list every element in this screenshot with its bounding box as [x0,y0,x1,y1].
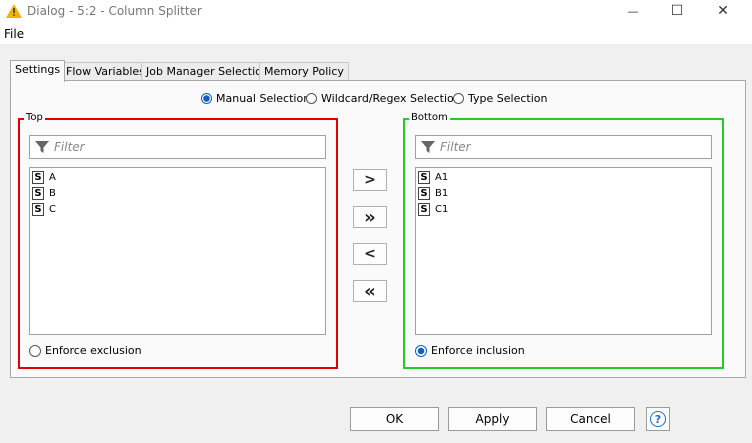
wildcard-regex-selection-radio[interactable] [306,93,317,104]
apply-button[interactable]: Apply [448,407,537,431]
add-all-button[interactable]: » [353,206,387,228]
remove-all-button[interactable]: « [353,280,387,302]
maximize-icon: ☐ [670,3,684,19]
list-item[interactable]: S C1 [416,201,711,217]
help-icon: ? [650,411,666,427]
type-selection-option[interactable]: Type Selection [453,92,547,105]
type-selection-radio[interactable] [453,93,464,104]
help-button[interactable]: ? [646,407,670,431]
enforce-inclusion-option[interactable]: Enforce inclusion [415,344,525,357]
list-item[interactable]: SA [30,169,325,185]
double-chevron-right-icon: » [364,206,376,228]
double-chevron-left-icon: « [364,280,376,302]
list-item[interactable]: SC [30,201,325,217]
enforce-inclusion-radio[interactable] [415,344,427,357]
string-type-icon: S [32,170,44,184]
string-type-icon: S [32,202,44,216]
enforce-exclusion-radio[interactable] [29,344,41,357]
maximize-button[interactable]: ☐ [654,0,700,22]
remove-button[interactable]: < [353,243,387,265]
wildcard-regex-selection-label: Wildcard/Regex Selection [321,92,461,105]
top-column-list[interactable]: SA SB SC [29,167,326,335]
chevron-left-icon: < [364,246,376,262]
list-item[interactable]: S A1 [416,169,711,185]
top-filter-input[interactable]: Filter [29,135,326,159]
menu-bar [0,22,752,44]
string-type-icon: S [418,186,430,200]
manual-selection-label: Manual Selection [216,92,311,105]
ok-button[interactable]: OK [350,407,439,431]
tab-memory-policy[interactable]: Memory Policy [259,62,349,81]
minimize-button[interactable]: — [610,0,656,22]
window-title: Dialog - 5:2 - Column Splitter [27,4,202,18]
filter-icon [421,141,435,153]
string-type-icon: S [418,202,430,216]
bottom-group-title: Bottom [409,112,450,123]
close-icon: ✕ [717,3,729,19]
bottom-column-list[interactable]: S A1 S B1 S C1 [415,167,712,335]
string-type-icon: S [418,170,430,184]
tab-settings[interactable]: Settings [10,60,66,82]
string-type-icon: S [32,186,44,200]
chevron-right-icon: > [364,172,376,188]
bottom-filter-input[interactable]: Filter [415,135,712,159]
filter-icon [35,141,49,153]
minimize-icon: — [627,4,639,18]
close-button[interactable]: ✕ [700,0,746,22]
warning-triangle-icon [6,4,22,18]
enforce-inclusion-label: Enforce inclusion [431,344,525,357]
list-item[interactable]: SB [30,185,325,201]
tab-flow-variables[interactable]: Flow Variables [61,62,150,81]
enforce-exclusion-label: Enforce exclusion [45,344,142,357]
bottom-filter-placeholder: Filter [440,140,471,154]
wildcard-regex-selection-option[interactable]: Wildcard/Regex Selection [306,92,461,105]
list-item[interactable]: S B1 [416,185,711,201]
top-group-title: Top [24,112,45,123]
cancel-button[interactable]: Cancel [546,407,635,431]
type-selection-label: Type Selection [468,92,548,105]
manual-selection-option[interactable]: Manual Selection [201,92,310,105]
manual-selection-radio[interactable] [201,93,212,104]
top-filter-placeholder: Filter [54,140,85,154]
enforce-exclusion-option[interactable]: Enforce exclusion [29,344,142,357]
tab-job-manager-selection[interactable]: Job Manager Selection [141,62,274,81]
menu-file[interactable]: File [4,27,24,41]
add-button[interactable]: > [353,169,387,191]
